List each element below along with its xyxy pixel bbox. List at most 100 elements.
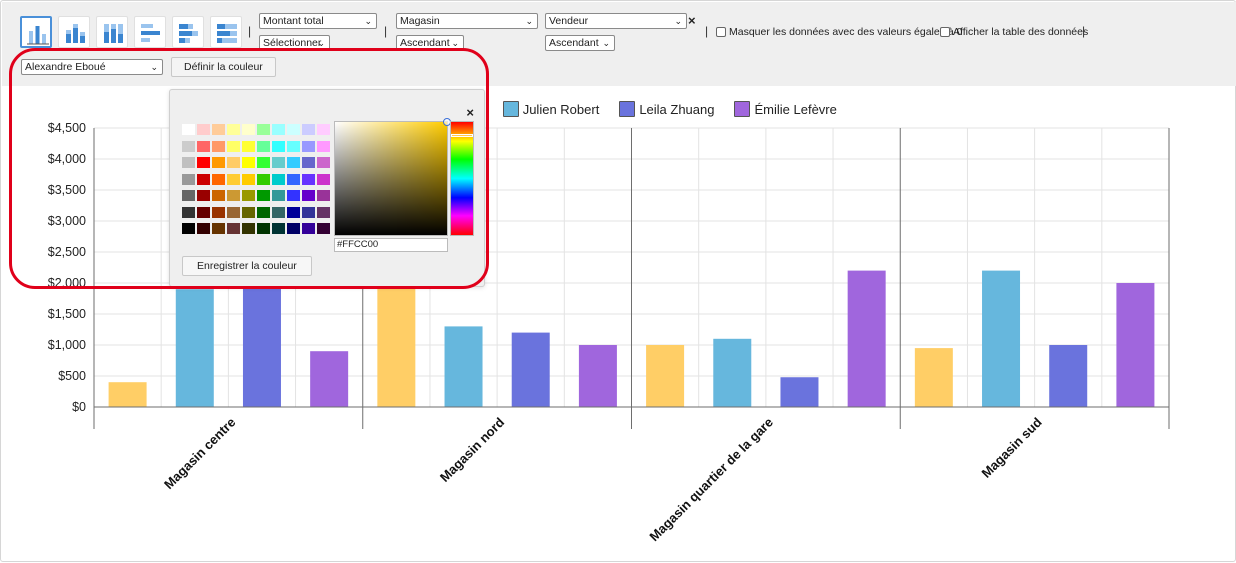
bar[interactable] bbox=[914, 348, 953, 407]
bar[interactable] bbox=[175, 289, 214, 407]
palette-swatch[interactable] bbox=[302, 173, 315, 185]
bar[interactable] bbox=[511, 332, 550, 407]
palette-swatch[interactable] bbox=[182, 206, 195, 218]
legend: ouéJulien RobertLeila ZhuangÉmilie Lefèv… bbox=[461, 98, 857, 120]
bar[interactable] bbox=[982, 270, 1021, 407]
palette-swatch[interactable] bbox=[182, 223, 195, 234]
palette-swatch[interactable] bbox=[257, 140, 270, 152]
palette-swatch[interactable] bbox=[212, 140, 225, 152]
palette-swatch[interactable] bbox=[257, 190, 270, 201]
palette-swatch[interactable] bbox=[272, 124, 285, 135]
palette-swatch[interactable] bbox=[287, 206, 300, 218]
palette-swatch[interactable] bbox=[302, 190, 315, 201]
y-tick-label: $0 bbox=[72, 400, 86, 414]
palette-swatch[interactable] bbox=[272, 206, 285, 218]
palette-swatch[interactable] bbox=[317, 157, 330, 168]
legend-item[interactable]: Leila Zhuang bbox=[619, 101, 714, 117]
x-category-label: Magasin quartier de la gare bbox=[646, 415, 776, 545]
palette-swatch[interactable] bbox=[302, 140, 315, 152]
palette-swatch[interactable] bbox=[212, 157, 225, 168]
palette-swatch[interactable] bbox=[302, 157, 315, 168]
palette-swatch[interactable] bbox=[227, 223, 240, 234]
palette-swatch[interactable] bbox=[257, 173, 270, 185]
palette-swatch[interactable] bbox=[317, 124, 330, 135]
palette-swatch[interactable] bbox=[287, 140, 300, 152]
palette-swatch[interactable] bbox=[227, 190, 240, 201]
palette-swatch[interactable] bbox=[182, 173, 195, 185]
hue-marker[interactable] bbox=[451, 134, 473, 137]
palette-swatch[interactable] bbox=[182, 124, 195, 135]
palette-swatch[interactable] bbox=[272, 190, 285, 201]
bar[interactable] bbox=[444, 326, 483, 407]
palette-swatch[interactable] bbox=[287, 124, 300, 135]
palette-swatch[interactable] bbox=[182, 157, 195, 168]
palette-swatch[interactable] bbox=[227, 140, 240, 152]
palette-swatch[interactable] bbox=[257, 124, 270, 135]
palette-swatch[interactable] bbox=[272, 173, 285, 185]
palette-swatch[interactable] bbox=[212, 190, 225, 201]
legend-item[interactable]: Julien Robert bbox=[502, 101, 599, 117]
palette-swatch[interactable] bbox=[197, 190, 210, 201]
bar[interactable] bbox=[847, 270, 886, 407]
bar[interactable] bbox=[713, 338, 752, 407]
palette-swatch[interactable] bbox=[212, 173, 225, 185]
palette-swatch[interactable] bbox=[197, 157, 210, 168]
bar[interactable] bbox=[242, 286, 281, 407]
palette-swatch[interactable] bbox=[197, 206, 210, 218]
palette-swatch[interactable] bbox=[257, 223, 270, 234]
palette-swatch[interactable] bbox=[182, 140, 195, 152]
palette-swatch[interactable] bbox=[257, 157, 270, 168]
palette-swatch[interactable] bbox=[227, 124, 240, 135]
palette-swatch[interactable] bbox=[182, 190, 195, 201]
palette-swatch[interactable] bbox=[227, 157, 240, 168]
bar[interactable] bbox=[646, 345, 685, 407]
palette-swatch[interactable] bbox=[272, 223, 285, 234]
palette-swatch[interactable] bbox=[242, 206, 255, 218]
palette-swatch[interactable] bbox=[287, 223, 300, 234]
bar[interactable] bbox=[1049, 345, 1088, 407]
hex-input[interactable]: #FFCC00 bbox=[334, 238, 448, 252]
palette-swatch[interactable] bbox=[197, 124, 210, 135]
bar[interactable] bbox=[1116, 283, 1155, 407]
palette-swatch[interactable] bbox=[242, 157, 255, 168]
palette-swatch[interactable] bbox=[287, 190, 300, 201]
y-tick-label: $500 bbox=[58, 369, 86, 383]
close-icon[interactable]: × bbox=[466, 106, 474, 120]
palette-swatch[interactable] bbox=[302, 223, 315, 234]
saturation-area[interactable] bbox=[334, 118, 451, 236]
palette-swatch[interactable] bbox=[227, 173, 240, 185]
palette-swatch[interactable] bbox=[242, 223, 255, 234]
palette-swatch[interactable] bbox=[257, 206, 270, 218]
hue-slider[interactable] bbox=[450, 121, 474, 236]
x-category-label: Magasin sud bbox=[978, 414, 1044, 480]
palette-swatch[interactable] bbox=[302, 124, 315, 135]
palette-swatch[interactable] bbox=[227, 206, 240, 218]
legend-item[interactable]: Émilie Lefèvre bbox=[734, 101, 837, 117]
palette-swatch[interactable] bbox=[197, 173, 210, 185]
palette-swatch[interactable] bbox=[287, 173, 300, 185]
bar[interactable] bbox=[578, 345, 617, 407]
palette-swatch[interactable] bbox=[317, 140, 330, 152]
palette-swatch[interactable] bbox=[212, 223, 225, 234]
bar[interactable] bbox=[377, 286, 416, 407]
bar[interactable] bbox=[310, 351, 349, 407]
palette-swatch[interactable] bbox=[212, 206, 225, 218]
palette-swatch[interactable] bbox=[272, 157, 285, 168]
palette-swatch[interactable] bbox=[242, 140, 255, 152]
palette-swatch[interactable] bbox=[242, 124, 255, 135]
palette-swatch[interactable] bbox=[242, 190, 255, 201]
palette-swatch[interactable] bbox=[317, 173, 330, 185]
palette-swatch[interactable] bbox=[317, 206, 330, 218]
bar[interactable] bbox=[108, 382, 147, 407]
palette-swatch[interactable] bbox=[197, 140, 210, 152]
palette-swatch[interactable] bbox=[242, 173, 255, 185]
palette-swatch[interactable] bbox=[287, 157, 300, 168]
palette-swatch[interactable] bbox=[302, 206, 315, 218]
palette-swatch[interactable] bbox=[197, 223, 210, 234]
palette-swatch[interactable] bbox=[212, 124, 225, 135]
palette-swatch[interactable] bbox=[317, 223, 330, 234]
palette-swatch[interactable] bbox=[317, 190, 330, 201]
palette-swatch[interactable] bbox=[272, 140, 285, 152]
save-color-button[interactable]: Enregistrer la couleur bbox=[182, 256, 312, 276]
bar[interactable] bbox=[780, 377, 819, 407]
